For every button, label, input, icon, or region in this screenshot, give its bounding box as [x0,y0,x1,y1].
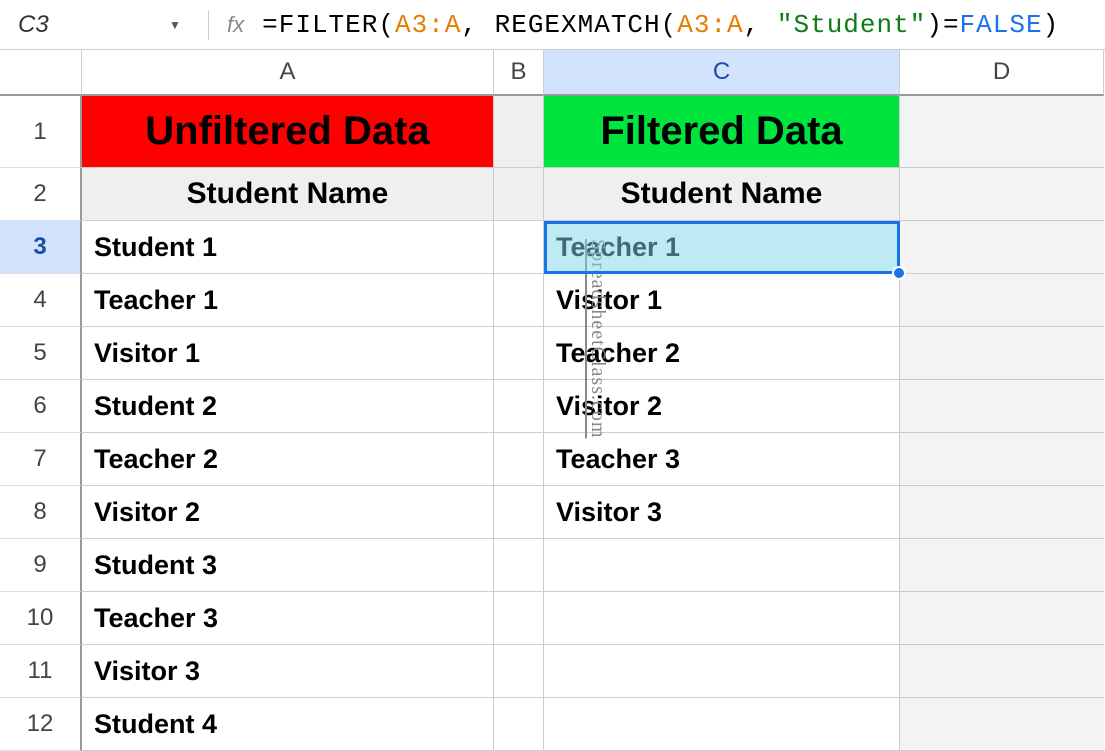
column-header-D[interactable]: D [900,50,1104,96]
cell-B12[interactable] [494,698,544,751]
cell-B11[interactable] [494,645,544,698]
grid[interactable]: Unfiltered DataFiltered DataStudent Name… [82,96,1105,751]
select-all-corner[interactable] [0,50,82,96]
cell-D5[interactable] [900,327,1104,380]
row-header-8[interactable]: 8 [0,486,82,539]
cell-A12[interactable]: Student 4 [82,698,494,751]
cell-C8[interactable]: Visitor 3 [544,486,900,539]
cell-D4[interactable] [900,274,1104,327]
row-header-3[interactable]: 3 [0,221,82,274]
row-header-1[interactable]: 1 [0,96,82,168]
cell-C1[interactable]: Filtered Data [544,96,900,168]
cell-B5[interactable] [494,327,544,380]
cell-B6[interactable] [494,380,544,433]
cell-A5[interactable]: Visitor 1 [82,327,494,380]
column-header-A[interactable]: A [82,50,494,96]
row-header-4[interactable]: 4 [0,274,82,327]
fx-icon: fx [227,12,244,38]
cell-A1[interactable]: Unfiltered Data [82,96,494,168]
cell-C2[interactable]: Student Name [544,168,900,221]
cell-C10[interactable] [544,592,900,645]
formula-input[interactable]: =FILTER(A3:A, REGEXMATCH(A3:A, "Student"… [262,10,1059,40]
cell-A4[interactable]: Teacher 1 [82,274,494,327]
row-header-10[interactable]: 10 [0,592,82,645]
cell-B10[interactable] [494,592,544,645]
row-header-5[interactable]: 5 [0,327,82,380]
cell-D3[interactable] [900,221,1104,274]
cell-B8[interactable] [494,486,544,539]
column-headers: ABCD [82,50,1104,96]
cell-A3[interactable]: Student 1 [82,221,494,274]
cell-C7[interactable]: Teacher 3 [544,433,900,486]
cell-C6[interactable]: Visitor 2 [544,380,900,433]
cell-A7[interactable]: Teacher 2 [82,433,494,486]
cell-D11[interactable] [900,645,1104,698]
cell-C4[interactable]: Visitor 1 [544,274,900,327]
cell-C12[interactable] [544,698,900,751]
row-header-7[interactable]: 7 [0,433,82,486]
cell-D6[interactable] [900,380,1104,433]
row-header-2[interactable]: 2 [0,168,82,221]
cell-D8[interactable] [900,486,1104,539]
column-header-C[interactable]: C [544,50,900,96]
cell-B7[interactable] [494,433,544,486]
cell-D1[interactable] [900,96,1104,168]
formula-bar: C3 ▼ fx =FILTER(A3:A, REGEXMATCH(A3:A, "… [0,0,1105,50]
cell-C3[interactable]: Teacher 1 [544,221,900,274]
cell-D10[interactable] [900,592,1104,645]
cell-C9[interactable] [544,539,900,592]
row-header-9[interactable]: 9 [0,539,82,592]
cell-B1[interactable] [494,96,544,168]
cell-A2[interactable]: Student Name [82,168,494,221]
cell-D7[interactable] [900,433,1104,486]
row-header-12[interactable]: 12 [0,698,82,751]
cell-A11[interactable]: Visitor 3 [82,645,494,698]
cell-A6[interactable]: Student 2 [82,380,494,433]
cell-C5[interactable]: Teacher 2 [544,327,900,380]
name-box[interactable]: C3 [10,11,160,39]
cell-A9[interactable]: Student 3 [82,539,494,592]
cell-D12[interactable] [900,698,1104,751]
separator [208,10,209,40]
cell-D9[interactable] [900,539,1104,592]
cell-B3[interactable] [494,221,544,274]
row-headers: 123456789101112 [0,96,82,751]
cell-D2[interactable] [900,168,1104,221]
cell-A10[interactable]: Teacher 3 [82,592,494,645]
name-box-dropdown-icon[interactable]: ▼ [160,18,190,32]
sheet-area: ABCD 123456789101112 Unfiltered DataFilt… [0,50,1105,751]
row-header-6[interactable]: 6 [0,380,82,433]
cell-C11[interactable] [544,645,900,698]
cell-A8[interactable]: Visitor 2 [82,486,494,539]
cell-B2[interactable] [494,168,544,221]
row-header-11[interactable]: 11 [0,645,82,698]
cell-B9[interactable] [494,539,544,592]
column-header-B[interactable]: B [494,50,544,96]
cell-B4[interactable] [494,274,544,327]
